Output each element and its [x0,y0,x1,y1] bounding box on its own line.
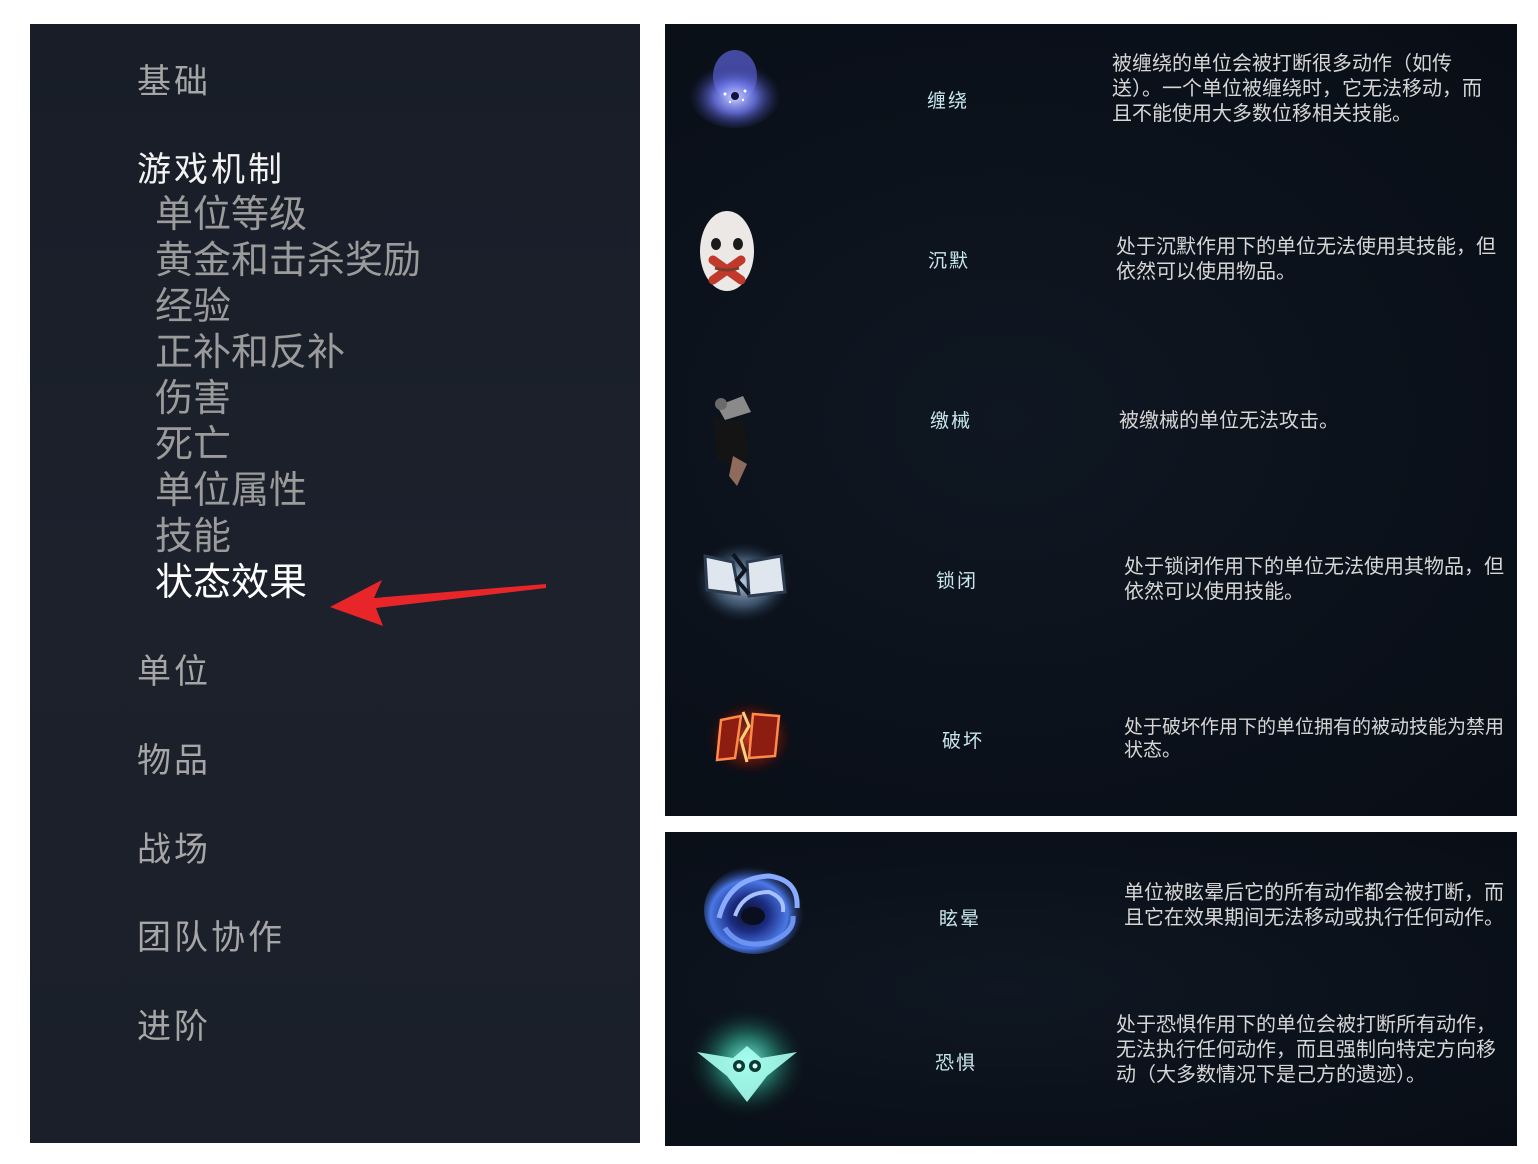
nav-section-game-mechanics[interactable]: 游戏机制 [137,150,285,190]
nav-section-battlefield[interactable]: 战场 [137,830,211,870]
status-effect-row: 破坏 处于破坏作用下的单位拥有的被动技能为禁用状态。 [665,664,1517,816]
effect-name: 恐惧 [935,1052,978,1074]
nav-section-advanced[interactable]: 进阶 [137,1007,211,1047]
effect-description: 被缠绕的单位会被打断很多动作（如传送）。一个单位被缠绕时，它无法移动，而且不能使… [1112,51,1482,125]
status-effect-row: 眩晕 单位被眩晕后它的所有动作都会被打断，而且它在效果期间无法移动或执行任何动作… [665,832,1517,992]
effect-name: 破坏 [942,730,985,752]
effect-name: 锁闭 [936,570,979,592]
effect-description: 处于破坏作用下的单位拥有的被动技能为禁用状态。 [1124,716,1505,761]
root-icon [689,50,781,128]
status-effect-row: 沉默 处于沉默作用下的单位无法使用其技能，但依然可以使用物品。 [665,184,1517,344]
effect-description: 处于沉默作用下的单位无法使用其技能，但依然可以使用物品。 [1116,234,1496,283]
nav-item-unit-attributes[interactable]: 单位属性 [155,468,307,512]
nav-item-damage[interactable]: 伤害 [155,376,231,420]
nav-item-abilities[interactable]: 技能 [155,514,231,558]
break-icon [706,700,794,776]
stun-swirl-icon [704,866,804,954]
nav-item-last-hit-deny[interactable]: 正补和反补 [155,330,345,374]
nav-section-items[interactable]: 物品 [137,741,211,781]
silence-mask-icon [700,211,754,291]
nav-section-units[interactable]: 单位 [137,652,211,692]
red-arrow-annotation [330,580,546,626]
nav-item-status-effects[interactable]: 状态效果 [155,560,307,604]
effect-description: 处于锁闭作用下的单位无法使用其物品，但依然可以使用技能。 [1124,554,1504,603]
status-effect-row: 缴械 被缴械的单位无法攻击。 [665,344,1517,504]
status-effects-panel-bottom: 眩晕 单位被眩晕后它的所有动作都会被打断，而且它在效果期间无法移动或执行任何动作… [665,832,1517,1146]
nav-section-teamwork[interactable]: 团队协作 [137,918,285,958]
sidebar-nav: 基础 游戏机制 单位等级 黄金和击杀奖励 经验 正补和反补 伤害 死亡 单位属性… [30,24,640,1143]
effect-description: 被缴械的单位无法攻击。 [1119,408,1339,432]
nav-item-gold-bounty[interactable]: 黄金和击杀奖励 [155,238,421,282]
disarm-icon [713,396,751,486]
nav-section-basics[interactable]: 基础 [137,62,211,102]
effect-name: 沉默 [928,250,971,272]
nav-item-experience[interactable]: 经验 [155,284,231,328]
effect-name: 缠绕 [927,90,970,112]
effect-name: 缴械 [930,410,973,432]
status-effects-panel-top: 缠绕 被缠绕的单位会被打断很多动作（如传送）。一个单位被缠绕时，它无法移动，而且… [665,24,1517,816]
nav-item-unit-level[interactable]: 单位等级 [155,192,307,236]
broken-book-icon [695,542,791,622]
nav-item-death[interactable]: 死亡 [155,422,231,466]
status-effect-row: 缠绕 被缠绕的单位会被打断很多动作（如传送）。一个单位被缠绕时，它无法移动，而且… [665,24,1517,184]
status-effect-row: 锁闭 处于锁闭作用下的单位无法使用其物品，但依然可以使用技能。 [665,504,1517,664]
effect-name: 眩晕 [939,908,982,930]
effect-description: 单位被眩晕后它的所有动作都会被打断，而且它在效果期间无法移动或执行任何动作。 [1124,880,1504,929]
status-effect-row: 恐惧 处于恐惧作用下的单位会被打断所有动作，无法执行任何动作，而且强制向特定方向… [665,992,1517,1146]
effect-description: 处于恐惧作用下的单位会被打断所有动作，无法执行任何动作，而且强制向特定方向移动（… [1116,1012,1496,1086]
fear-owl-icon [689,1008,805,1116]
